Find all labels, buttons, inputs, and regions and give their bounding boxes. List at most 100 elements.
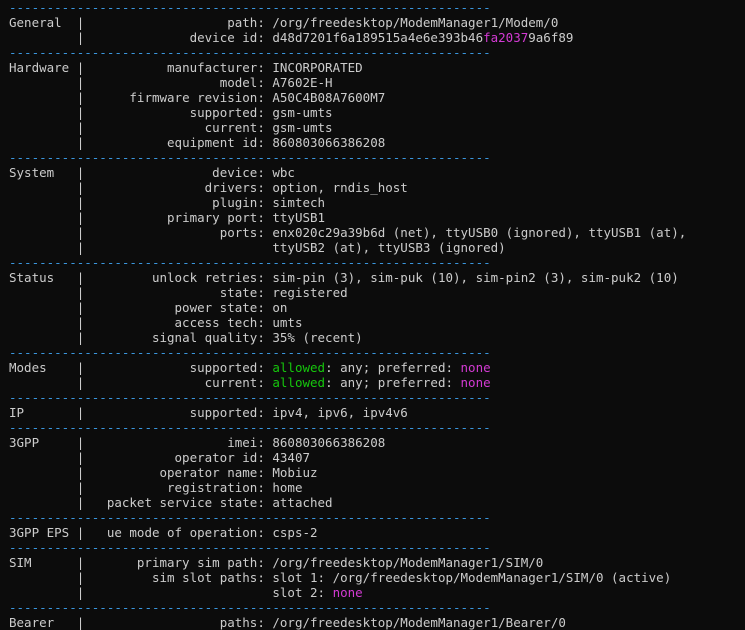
value-segment: 860803066386208 — [272, 435, 386, 450]
output-row: Status | unlock retries: sim-pin (3), sim-… — [9, 270, 686, 285]
section-name: 3GPP EPS — [9, 525, 70, 540]
output-row: | slot 2: none — [9, 585, 686, 600]
field-value: csps-2 — [272, 525, 317, 540]
field-value: umts — [272, 315, 302, 330]
field-value: simtech — [272, 195, 325, 210]
field-value: registered — [272, 285, 347, 300]
section-name: Status — [9, 270, 55, 285]
field-value: wbc — [272, 165, 295, 180]
output-row: | ports: enx020c29a39b6d (net), ttyUSB0 (… — [9, 225, 687, 240]
value-segment: A7602E-H — [272, 75, 333, 90]
label-colon: : — [257, 615, 273, 630]
column-divider: | — [76, 615, 85, 630]
output-row: | access tech: umts — [9, 315, 686, 330]
field-label: model — [219, 75, 258, 90]
field-value: INCORPORATED — [272, 60, 362, 75]
output-row: Bearer | paths: /org/freedesktop/ModemMana… — [9, 615, 686, 630]
value-segment: csps-2 — [272, 525, 318, 540]
value-segment: INCORPORATED — [272, 60, 363, 75]
section-separator: ----------------------------------------… — [9, 510, 491, 525]
label-colon: : — [257, 450, 273, 465]
label-colon: : — [257, 405, 273, 420]
column-divider: | — [76, 270, 85, 285]
column-divider: | — [76, 330, 85, 345]
field-label: primary sim path — [136, 555, 258, 570]
output-row: System | device: wbc — [9, 165, 686, 180]
field-label: supported — [189, 360, 258, 375]
field-value: 43407 — [272, 450, 310, 465]
label-colon: : — [257, 15, 273, 30]
value-segment: none — [460, 360, 491, 375]
label-colon — [257, 240, 272, 255]
value-segment: wbc — [272, 165, 295, 180]
label-colon: : — [257, 195, 273, 210]
column-divider: | — [76, 435, 85, 450]
output-row: 3GPP | imei: 860803066386208 — [9, 435, 686, 450]
output-row: | power state: on — [9, 300, 686, 315]
label-colon: : — [257, 225, 273, 240]
field-value: on — [272, 300, 287, 315]
field-value: Mobiuz — [272, 465, 317, 480]
output-row: | firmware revision: A50C4B08A7600M7 — [9, 90, 686, 105]
terminal-output[interactable]: ----------------------------------------… — [9, 0, 686, 630]
value-segment: slot 2: — [272, 585, 333, 600]
value-segment: on — [272, 300, 288, 315]
field-value: slot 1: /org/freedesktop/ModemManager1/S… — [272, 570, 671, 585]
column-divider: | — [76, 210, 85, 225]
value-segment: none — [460, 375, 491, 390]
section-name: SIM — [9, 555, 32, 570]
column-divider: | — [76, 105, 85, 120]
field-value: 860803066386208 — [272, 135, 385, 150]
output-row: | current: gsm-umts — [9, 120, 686, 135]
value-segment: fa2037 — [483, 30, 529, 45]
label-colon: : — [257, 285, 273, 300]
column-divider: | — [76, 570, 85, 585]
column-divider: | — [76, 495, 85, 510]
field-value: sim-pin (3), sim-puk (10), sim-pin2 (3),… — [272, 270, 678, 285]
field-label: unlock retries — [151, 270, 258, 285]
section-separator: ----------------------------------------… — [9, 0, 491, 15]
section-name: Hardware — [9, 60, 70, 75]
column-divider: | — [76, 75, 85, 90]
value-segment: slot 1: /org/freedesktop/ModemManager1/S… — [272, 570, 672, 585]
value-segment: sim-pin (3), sim-puk (10), sim-pin2 (3),… — [272, 270, 679, 285]
column-divider: | — [76, 180, 85, 195]
field-label: operator name — [159, 465, 258, 480]
field-label: sim slot paths — [151, 570, 258, 585]
value-segment: 35% (recent) — [272, 330, 363, 345]
value-segment: gsm-umts — [272, 120, 333, 135]
field-label: imei — [227, 435, 258, 450]
value-segment: : any; preferred: — [325, 375, 461, 390]
field-label: primary port — [167, 210, 258, 225]
field-label: state — [219, 285, 258, 300]
field-label: current — [204, 120, 258, 135]
column-divider: | — [76, 285, 85, 300]
label-colon: : — [257, 525, 273, 540]
label-colon — [257, 585, 272, 600]
section-separator: ----------------------------------------… — [9, 45, 491, 60]
label-colon: : — [257, 120, 273, 135]
output-row: IP | supported: ipv4, ipv6, ipv4v6 — [9, 405, 686, 420]
field-label: ports — [219, 225, 258, 240]
label-colon: : — [257, 270, 273, 285]
field-label: device id — [189, 30, 258, 45]
section-name: IP — [9, 405, 25, 420]
label-colon: : — [257, 315, 273, 330]
label-colon: : — [257, 90, 273, 105]
column-divider: | — [76, 15, 85, 30]
field-value: option, rndis_host — [272, 180, 407, 195]
output-row: | operator id: 43407 — [9, 450, 686, 465]
field-label: equipment id — [167, 135, 258, 150]
column-divider: | — [76, 405, 85, 420]
column-divider: | — [76, 360, 85, 375]
section-separator: ----------------------------------------… — [9, 345, 491, 360]
field-label: manufacturer — [167, 60, 258, 75]
field-label: plugin — [212, 195, 258, 210]
label-colon: : — [257, 570, 273, 585]
label-colon: : — [257, 495, 273, 510]
column-divider: | — [76, 195, 85, 210]
output-row: | equipment id: 860803066386208 — [9, 135, 686, 150]
field-label: device — [212, 165, 258, 180]
value-segment: : any; preferred: — [325, 360, 461, 375]
field-value: allowed: any; preferred: none — [272, 360, 490, 375]
